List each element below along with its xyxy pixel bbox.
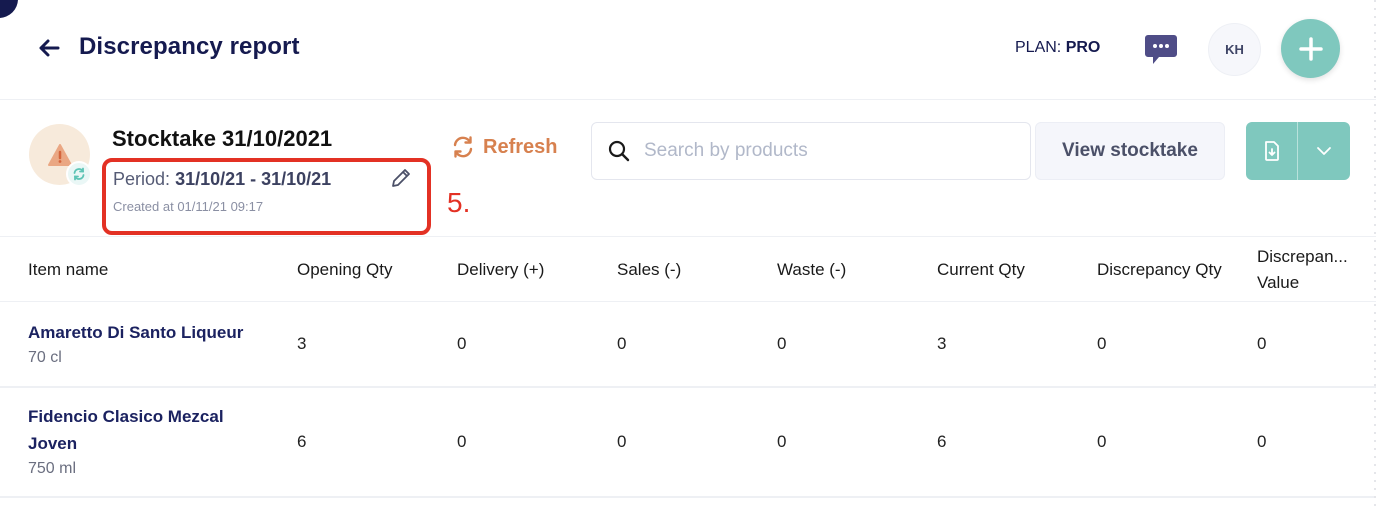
- item-size: 70 cl: [28, 348, 62, 366]
- table-row[interactable]: Amaretto Di Santo Liqueur 70 cl 3 0 0 0 …: [0, 302, 1376, 388]
- export-button-group: [1246, 122, 1350, 180]
- search-input[interactable]: [644, 140, 1014, 162]
- column-header-item-name[interactable]: Item name: [28, 237, 278, 303]
- column-header-discrepancy-value[interactable]: Discrepan... Value: [1257, 237, 1372, 303]
- item-cell: Fidencio Clasico Mezcal Joven 750 ml: [28, 388, 278, 496]
- table-row[interactable]: Fidencio Clasico Mezcal Joven 750 ml 6 0…: [0, 388, 1376, 498]
- refresh-icon: [453, 136, 473, 158]
- waste-cell: 0: [777, 432, 787, 451]
- stocktake-title: Stocktake 31/10/2021: [112, 126, 333, 151]
- sales-cell: 0: [617, 334, 627, 353]
- discrepancy-table: Item name Opening Qty Delivery (+) Sales…: [0, 236, 1376, 498]
- sync-icon: [73, 167, 85, 181]
- avatar-initials: KH: [1225, 42, 1244, 57]
- add-button[interactable]: [1281, 19, 1340, 78]
- waste-cell: 0: [777, 334, 787, 353]
- item-size: 750 ml: [28, 460, 77, 477]
- column-header-waste[interactable]: Waste (-): [777, 237, 846, 303]
- discrepancy-value-cell: 0: [1257, 432, 1267, 451]
- view-stocktake-button[interactable]: View stocktake: [1035, 122, 1225, 180]
- user-avatar[interactable]: KH: [1208, 23, 1261, 76]
- table-header: Item name Opening Qty Delivery (+) Sales…: [0, 236, 1376, 302]
- annotation-highlight-box: [102, 158, 431, 235]
- chat-button[interactable]: [1144, 33, 1178, 67]
- column-header-sales[interactable]: Sales (-): [617, 237, 681, 303]
- file-download-icon: [1264, 141, 1279, 161]
- plan-label: PLAN:: [1015, 39, 1062, 56]
- search-icon: [608, 140, 630, 162]
- annotation-label: 5.: [447, 187, 471, 218]
- chevron-down-icon: [1317, 147, 1331, 155]
- column-header-discrepancy-qty[interactable]: Discrepancy Qty: [1097, 237, 1227, 303]
- item-cell: Amaretto Di Santo Liqueur 70 cl: [28, 302, 278, 386]
- discrepancy-qty-cell: 0: [1097, 334, 1107, 353]
- plan-indicator: PLAN: PRO: [1015, 39, 1100, 57]
- top-header: Discrepancy report PLAN: PRO KH: [0, 0, 1376, 100]
- delivery-cell: 0: [457, 334, 467, 353]
- arrow-left-icon: [39, 39, 60, 57]
- opening-qty-cell: 3: [297, 334, 307, 353]
- item-name-link[interactable]: Fidencio Clasico Mezcal Joven: [28, 403, 243, 457]
- warning-icon: [47, 143, 72, 166]
- column-header-current-qty[interactable]: Current Qty: [937, 237, 1025, 303]
- refresh-label: Refresh: [483, 135, 558, 158]
- sales-cell: 0: [617, 432, 627, 451]
- refresh-button[interactable]: Refresh: [451, 135, 557, 159]
- export-dropdown-button[interactable]: [1298, 122, 1350, 180]
- current-qty-cell: 3: [937, 334, 947, 353]
- sync-badge: [66, 161, 92, 187]
- opening-qty-cell: 6: [297, 432, 307, 451]
- export-button[interactable]: [1246, 122, 1298, 180]
- current-qty-cell: 6: [937, 432, 947, 451]
- discrepancy-qty-cell: 0: [1097, 432, 1107, 451]
- delivery-cell: 0: [457, 432, 467, 451]
- discrepancy-value-cell: 0: [1257, 334, 1267, 353]
- plan-value: PRO: [1065, 39, 1101, 56]
- page-title: Discrepancy report: [79, 33, 300, 60]
- view-stocktake-label: View stocktake: [1062, 140, 1198, 161]
- item-name-link[interactable]: Amaretto Di Santo Liqueur: [28, 319, 243, 346]
- search-box[interactable]: [591, 122, 1031, 180]
- column-header-delivery[interactable]: Delivery (+): [457, 237, 544, 303]
- chat-bubble-icon: [1145, 35, 1177, 64]
- column-header-opening-qty[interactable]: Opening Qty: [297, 237, 392, 303]
- back-button[interactable]: [36, 34, 62, 62]
- plus-icon: [1298, 36, 1323, 61]
